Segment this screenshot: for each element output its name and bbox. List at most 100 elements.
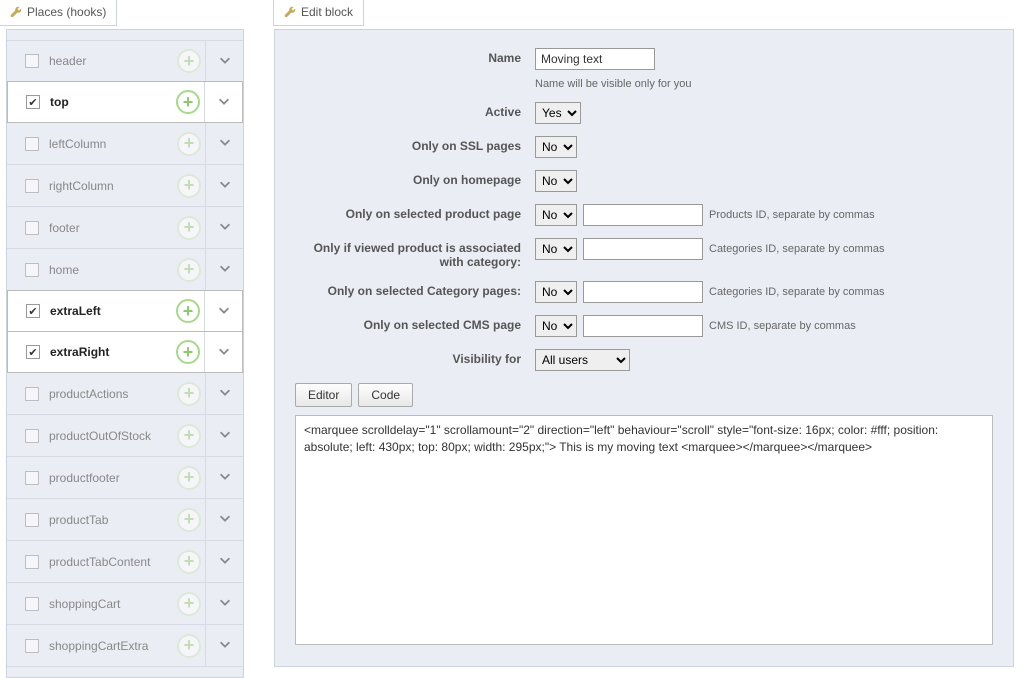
hook-label: home: [49, 263, 177, 277]
editor-tab-button[interactable]: Editor: [295, 383, 352, 407]
hook-checkbox[interactable]: [25, 387, 39, 401]
edit-panel-title: Edit block: [273, 0, 364, 26]
expand-toggle[interactable]: [205, 583, 243, 624]
hook-checkbox[interactable]: [25, 471, 39, 485]
product-ids-input[interactable]: [583, 204, 703, 226]
expand-toggle[interactable]: [205, 249, 243, 290]
cms-page-select[interactable]: No: [535, 315, 577, 337]
assoc-category-label: Only if viewed product is associated wit…: [295, 238, 535, 269]
product-page-label: Only on selected product page: [295, 204, 535, 221]
add-icon[interactable]: +: [177, 174, 201, 198]
hook-checkbox[interactable]: ✔: [26, 304, 40, 318]
chevron-down-icon: [218, 553, 232, 570]
name-input[interactable]: [535, 48, 655, 70]
hook-checkbox[interactable]: [25, 639, 39, 653]
active-label: Active: [295, 102, 535, 119]
hook-row-productActions: productActions+: [7, 373, 243, 415]
expand-toggle[interactable]: [205, 207, 243, 248]
hook-checkbox[interactable]: ✔: [26, 95, 40, 109]
expand-toggle[interactable]: [205, 541, 243, 582]
hook-checkbox[interactable]: [25, 263, 39, 277]
cms-ids-input[interactable]: [583, 315, 703, 337]
hook-row-productOutOfStock: productOutOfStock+: [7, 415, 243, 457]
hook-label: productActions: [49, 387, 177, 401]
add-icon[interactable]: +: [177, 634, 201, 658]
hook-label: productTabContent: [49, 555, 177, 569]
code-textarea[interactable]: [295, 415, 993, 645]
add-icon[interactable]: +: [177, 258, 201, 282]
hook-checkbox[interactable]: [25, 429, 39, 443]
places-panel: Places (hooks) header+✔top+leftColumn+ri…: [0, 0, 244, 678]
hook-label: rightColumn: [49, 179, 177, 193]
add-icon[interactable]: +: [177, 49, 201, 73]
hook-row-shoppingCartExtra: shoppingCartExtra+: [7, 625, 243, 667]
wrench-icon: [10, 6, 22, 18]
hook-row-extraRight: ✔extraRight+: [7, 331, 243, 373]
chevron-down-icon: [218, 427, 232, 444]
add-icon[interactable]: +: [177, 424, 201, 448]
hook-row-footer: footer+: [7, 207, 243, 249]
hook-row-productfooter: productfooter+: [7, 457, 243, 499]
homepage-label: Only on homepage: [295, 170, 535, 187]
add-icon[interactable]: +: [177, 132, 201, 156]
visibility-select[interactable]: All users: [535, 349, 630, 371]
ssl-select[interactable]: No: [535, 136, 577, 158]
expand-toggle[interactable]: [205, 415, 243, 456]
hook-row-rightColumn: rightColumn+: [7, 165, 243, 207]
chevron-down-icon: [218, 469, 232, 486]
hook-checkbox[interactable]: [25, 137, 39, 151]
expand-toggle[interactable]: [204, 332, 242, 372]
product-ids-hint: Products ID, separate by commas: [709, 209, 875, 221]
hook-row-header: header+: [7, 40, 243, 82]
add-icon[interactable]: +: [177, 508, 201, 532]
add-icon[interactable]: +: [176, 340, 200, 364]
hook-row-productTab: productTab+: [7, 499, 243, 541]
hook-label: productOutOfStock: [49, 429, 177, 443]
assoc-category-ids-input[interactable]: [583, 238, 703, 260]
add-icon[interactable]: +: [177, 466, 201, 490]
add-icon[interactable]: +: [177, 216, 201, 240]
expand-toggle[interactable]: [205, 499, 243, 540]
hook-checkbox[interactable]: [25, 221, 39, 235]
hook-label: productfooter: [49, 471, 177, 485]
expand-toggle[interactable]: [205, 625, 243, 666]
cms-ids-hint: CMS ID, separate by commas: [709, 320, 856, 332]
expand-toggle[interactable]: [205, 123, 243, 164]
active-select[interactable]: Yes: [535, 102, 581, 124]
assoc-category-select[interactable]: No: [535, 238, 577, 260]
hook-label: footer: [49, 221, 177, 235]
hook-checkbox[interactable]: [25, 54, 39, 68]
hook-checkbox[interactable]: [25, 555, 39, 569]
cms-page-label: Only on selected CMS page: [295, 315, 535, 332]
category-pages-select[interactable]: No: [535, 281, 577, 303]
expand-toggle[interactable]: [205, 165, 243, 206]
hook-checkbox[interactable]: [25, 179, 39, 193]
hook-checkbox[interactable]: [25, 513, 39, 527]
homepage-select[interactable]: No: [535, 170, 577, 192]
expand-toggle[interactable]: [204, 291, 242, 331]
hook-label: extraLeft: [50, 304, 176, 318]
name-label: Name: [295, 48, 535, 65]
category-ids-hint: Categories ID, separate by commas: [709, 286, 884, 298]
expand-toggle[interactable]: [204, 82, 242, 122]
hook-row-leftColumn: leftColumn+: [7, 123, 243, 165]
chevron-down-icon: [218, 637, 232, 654]
expand-toggle[interactable]: [205, 457, 243, 498]
product-page-select[interactable]: No: [535, 204, 577, 226]
chevron-down-icon: [217, 303, 231, 320]
expand-toggle[interactable]: [205, 41, 243, 81]
places-panel-title-text: Places (hooks): [27, 5, 106, 19]
expand-toggle[interactable]: [205, 373, 243, 414]
add-icon[interactable]: +: [177, 592, 201, 616]
hook-checkbox[interactable]: [25, 597, 39, 611]
edit-block-panel: Edit block Name Name will be visible onl…: [274, 0, 1014, 667]
add-icon[interactable]: +: [176, 90, 200, 114]
add-icon[interactable]: +: [177, 550, 201, 574]
code-tab-button[interactable]: Code: [358, 383, 413, 407]
hook-checkbox[interactable]: ✔: [26, 345, 40, 359]
hook-row-productTabContent: productTabContent+: [7, 541, 243, 583]
hook-label: shoppingCartExtra: [49, 639, 177, 653]
category-ids-input[interactable]: [583, 281, 703, 303]
add-icon[interactable]: +: [177, 382, 201, 406]
add-icon[interactable]: +: [176, 299, 200, 323]
